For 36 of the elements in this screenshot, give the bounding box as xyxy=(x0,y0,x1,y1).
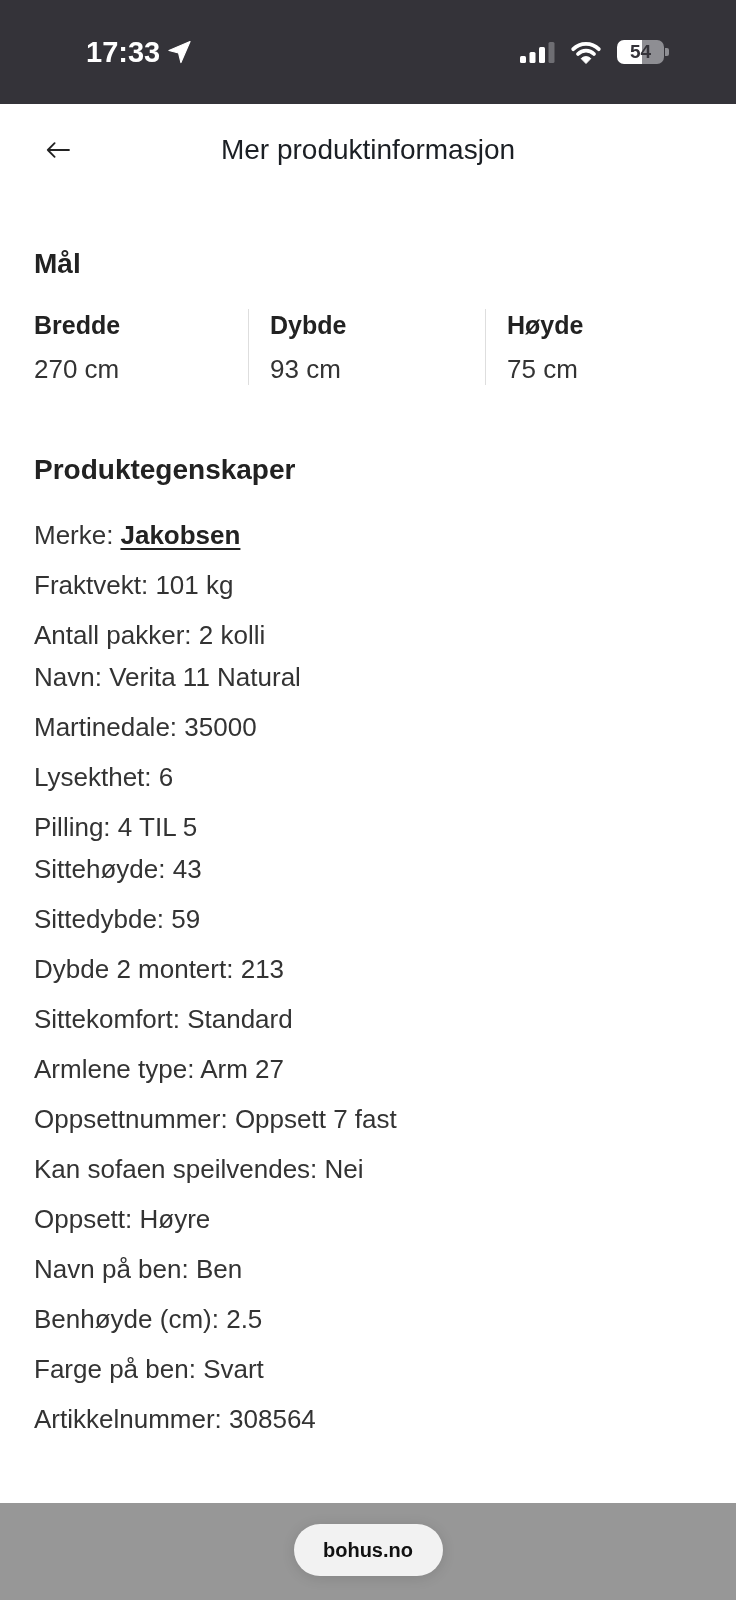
page-title: Mer produktinformasjon xyxy=(220,133,516,167)
location-arrow-icon xyxy=(168,40,192,64)
property-text: Armlene type: Arm 27 xyxy=(34,1053,284,1086)
address-bar[interactable]: bohus.no xyxy=(293,1524,443,1576)
property-text: Oppsett: Høyre xyxy=(34,1203,211,1236)
dimension-label: Dybde xyxy=(270,310,347,341)
dimension-label: Bredde xyxy=(34,310,121,341)
dimension-value: 75 cm xyxy=(507,353,578,385)
property-text: Antall pakker: 2 kolli xyxy=(34,619,266,652)
property-text: Navn på ben: Ben xyxy=(34,1253,243,1286)
status-time: 17:33 xyxy=(86,35,161,69)
property-text: Sittedybde: 59 xyxy=(34,903,201,936)
signal-icon xyxy=(520,41,555,63)
back-button[interactable] xyxy=(44,140,72,160)
property-text: Sittekomfort: Standard xyxy=(34,1003,293,1036)
property-text: Sittehøyde: 43 xyxy=(34,853,202,886)
property-text: Dybde 2 montert: 213 xyxy=(34,953,285,986)
dimension-value: 270 cm xyxy=(34,353,120,385)
property-text: Martinedale: 35000 xyxy=(34,711,257,744)
wifi-icon xyxy=(570,40,602,64)
arrow-left-icon xyxy=(46,142,70,158)
property-text: Kan sofaen speilvendes: Nei xyxy=(34,1153,364,1186)
dimension-value: 93 cm xyxy=(270,353,341,385)
dimension-label: Høyde xyxy=(507,310,584,341)
property-text: Lysekthet: 6 xyxy=(34,761,174,794)
property-text: Farge på ben: Svart xyxy=(34,1353,264,1386)
property-text: Oppsettnummer: Oppsett 7 fast xyxy=(34,1103,397,1136)
property-text: Pilling: 4 TIL 5 xyxy=(34,811,198,844)
property-text: Benhøyde (cm): 2.5 xyxy=(34,1303,263,1336)
section-heading: Mål xyxy=(34,247,82,281)
section-heading: Produktegenskaper xyxy=(34,453,297,487)
property-label: Merke: xyxy=(34,519,114,552)
brand-link[interactable]: Jakobsen xyxy=(120,514,241,556)
property-text: Navn: Verita 11 Natural xyxy=(34,661,301,694)
property-text: Fraktvekt: 101 kg xyxy=(34,569,234,602)
property-text: Artikkelnummer: 308564 xyxy=(34,1403,316,1436)
